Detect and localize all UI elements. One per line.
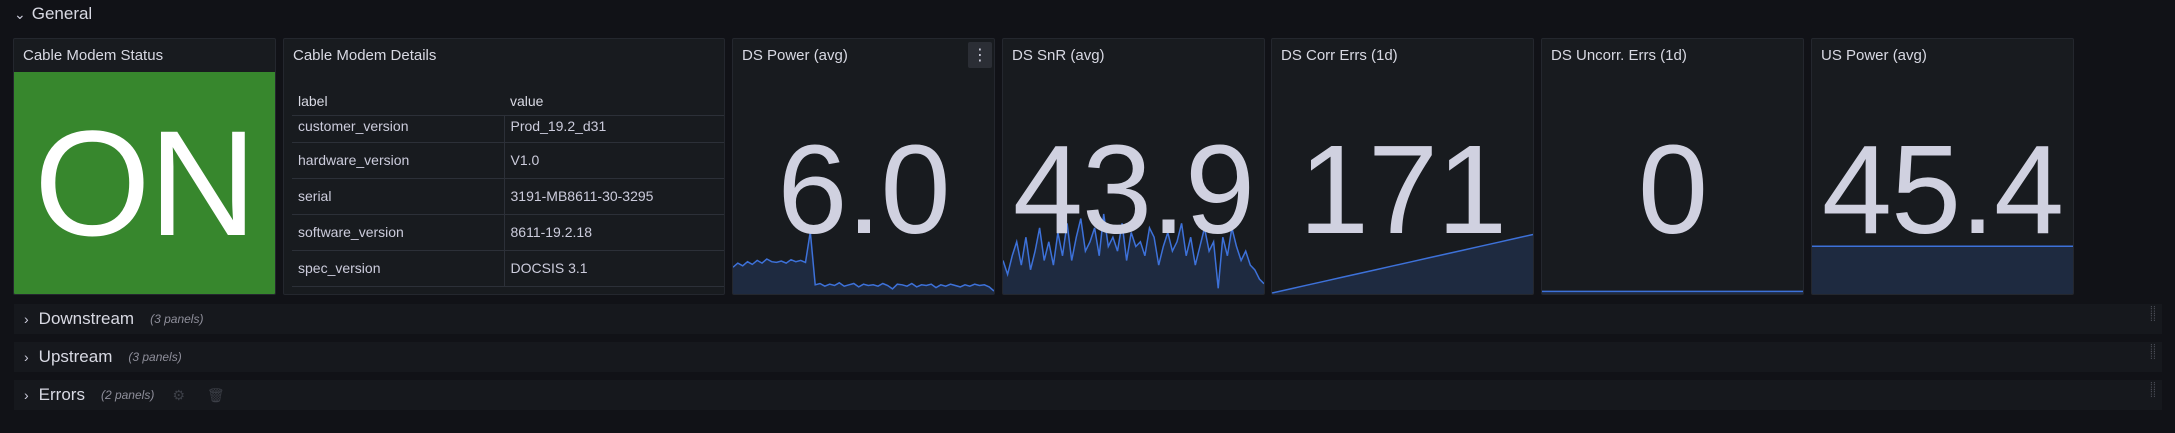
cell-value: 8611-19.2.18 (504, 214, 724, 251)
panel-title: Cable Modem Details (293, 47, 437, 64)
row-title: Upstream (38, 347, 113, 366)
row-title: Downstream (38, 309, 135, 328)
chevron-right-icon: › (24, 387, 29, 403)
cell-label: software_version (292, 214, 505, 251)
stat-value: 6.0 (777, 119, 950, 260)
details-table: label value customer_version Prod_19.2_d… (292, 87, 724, 287)
stat-value: 45.4 (1821, 119, 2064, 260)
cell-label: customer_version (292, 115, 505, 143)
panel-title: DS Power (avg) (742, 47, 848, 64)
row-title: General (31, 4, 93, 23)
row-errors[interactable]: › Errors (2 panels) ⚙ 🗑 ⁞⁞ ⁞⁞ (14, 380, 2162, 410)
table-row: hardware_version V1.0 (292, 142, 724, 179)
panel-count: (3 panels) (128, 350, 182, 364)
panel-us-power[interactable]: US Power (avg) 45.4 (1811, 38, 2074, 295)
table-row: software_version 8611-19.2.18 (292, 214, 724, 251)
gear-icon[interactable]: ⚙ (172, 387, 185, 404)
row-title: Errors (38, 385, 85, 404)
stat-value: 43.9 (1012, 119, 1255, 260)
panel-count: (3 panels) (150, 312, 204, 326)
column-header-value[interactable]: value (504, 87, 724, 116)
row-general[interactable]: ⌄ General (14, 4, 92, 24)
panel-ds-corr-errs[interactable]: DS Corr Errs (1d) 171 (1271, 38, 1534, 295)
cell-value: DOCSIS 3.1 (504, 250, 724, 287)
drag-handle-icon[interactable]: ⁞⁞ ⁞⁞ (2150, 382, 2156, 400)
chevron-right-icon: › (24, 311, 29, 327)
panel-count: (2 panels) (100, 388, 155, 402)
panel-ds-power[interactable]: DS Power (avg) ⋮ 6.0 (732, 38, 995, 295)
table-row: serial 3191-MB8611-30-3295 (292, 178, 724, 215)
panel-title: DS Corr Errs (1d) (1281, 47, 1398, 64)
trash-icon[interactable]: 🗑 (207, 387, 225, 404)
panel-title: DS Uncorr. Errs (1d) (1551, 47, 1687, 64)
row-downstream[interactable]: › Downstream (3 panels) ⁞⁞ ⁞⁞ (14, 304, 2162, 334)
table-row: customer_version Prod_19.2_d31 (292, 115, 724, 143)
panel-ds-snr[interactable]: DS SnR (avg) 43.9 (1002, 38, 1265, 295)
panel-cable-modem-status[interactable]: Cable Modem Status ON (13, 38, 276, 295)
stat-value: 0 (1637, 119, 1708, 260)
panel-cable-modem-details[interactable]: Cable Modem Details label value customer… (283, 38, 725, 295)
chevron-down-icon: ⌄ (14, 5, 26, 22)
panel-title: Cable Modem Status (23, 47, 164, 64)
kebab-menu-icon[interactable]: ⋮ (968, 42, 992, 68)
panel-title: US Power (avg) (1821, 47, 1927, 64)
table-row: spec_version DOCSIS 3.1 (292, 250, 724, 287)
drag-handle-icon[interactable]: ⁞⁞ ⁞⁞ (2150, 306, 2156, 324)
column-header-label[interactable]: label (292, 87, 504, 116)
drag-handle-icon[interactable]: ⁞⁞ ⁞⁞ (2150, 344, 2156, 362)
panel-ds-uncorr-errs[interactable]: DS Uncorr. Errs (1d) 0 (1541, 38, 1804, 295)
status-indicator: ON (14, 72, 275, 294)
cell-value: Prod_19.2_d31 (504, 115, 724, 143)
cell-label: spec_version (292, 250, 505, 287)
status-value: ON (34, 99, 257, 267)
cell-value: 3191-MB8611-30-3295 (504, 178, 724, 215)
chevron-right-icon: › (24, 349, 29, 365)
cell-value: V1.0 (504, 142, 724, 179)
row-upstream[interactable]: › Upstream (3 panels) ⁞⁞ ⁞⁞ (14, 342, 2162, 372)
cell-label: hardware_version (292, 142, 505, 179)
panel-title: DS SnR (avg) (1012, 47, 1105, 64)
stat-value: 171 (1298, 119, 1507, 260)
cell-label: serial (292, 178, 505, 215)
